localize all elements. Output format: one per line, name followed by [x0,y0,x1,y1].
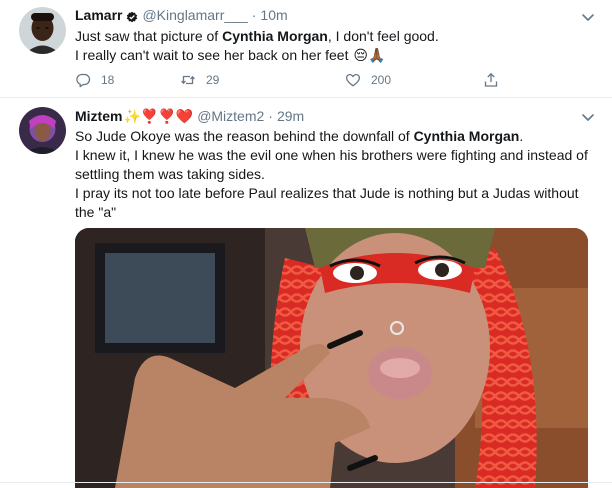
tweet-line: Just saw that picture of Cynthia Morgan,… [75,28,439,44]
tweet-card[interactable]: Miztem ✨❣️❣️❤️ @Miztem2 · 29m So Jude Ok… [0,98,612,488]
tweet-line: I pray its not too late before Paul real… [75,185,579,201]
tweet-line: settling them was taking sides. [75,166,265,182]
highlighted-term: Cynthia Morgan [222,28,328,44]
reply-button[interactable]: 18 [75,72,114,88]
verified-badge-icon [126,9,138,23]
timestamp[interactable]: 29m [277,107,304,125]
timestamp[interactable]: 10m [260,6,287,24]
avatar[interactable] [19,7,66,54]
separator-dot: · [251,7,257,23]
retweet-count: 29 [206,73,220,87]
name-emoji: ✨❣️❣️❤️ [123,108,194,124]
like-icon [345,73,361,87]
chevron-down-icon[interactable] [580,109,596,125]
tweet-header: Lamarr @Kinglamarr___ · 10m [75,6,288,24]
display-name[interactable]: Lamarr [75,6,122,24]
user-handle[interactable]: @Kinglamarr___ [142,6,247,24]
retweet-button[interactable]: 29 [180,72,219,88]
display-name[interactable]: Miztem [75,107,122,125]
tweet-line: So Jude Okoye was the reason behind the … [75,128,524,144]
separator-dot: · [268,108,273,124]
share-button[interactable] [483,72,499,88]
tweet-line: I really can't wait to see her back on h… [75,47,386,63]
divider [0,482,612,483]
tweet-header: Miztem ✨❣️❣️❤️ @Miztem2 · 29m [75,107,304,125]
like-button[interactable]: 200 [345,72,391,88]
action-bar: 18 29 200 [75,71,515,89]
emoji: 😔🙏🏾 [353,47,386,63]
tweet-line: I knew it, I knew he was the evil one wh… [75,147,588,163]
retweet-icon [181,75,195,85]
share-icon [484,72,498,87]
like-count: 200 [371,73,392,87]
highlighted-term: Cynthia Morgan [413,128,520,144]
chevron-down-icon[interactable] [580,9,596,25]
avatar[interactable] [19,107,66,154]
reply-count: 18 [101,73,115,87]
tweet-line: the "a" [75,204,117,220]
tweet-text: So Jude Okoye was the reason behind the … [75,127,595,222]
tweet-photo[interactable] [75,228,588,488]
user-handle[interactable]: @Miztem2 [197,107,264,125]
tweet-card[interactable]: Lamarr @Kinglamarr___ · 10m Just saw tha… [0,0,612,98]
tweet-text: Just saw that picture of Cynthia Morgan,… [75,27,595,65]
reply-icon [76,73,91,88]
